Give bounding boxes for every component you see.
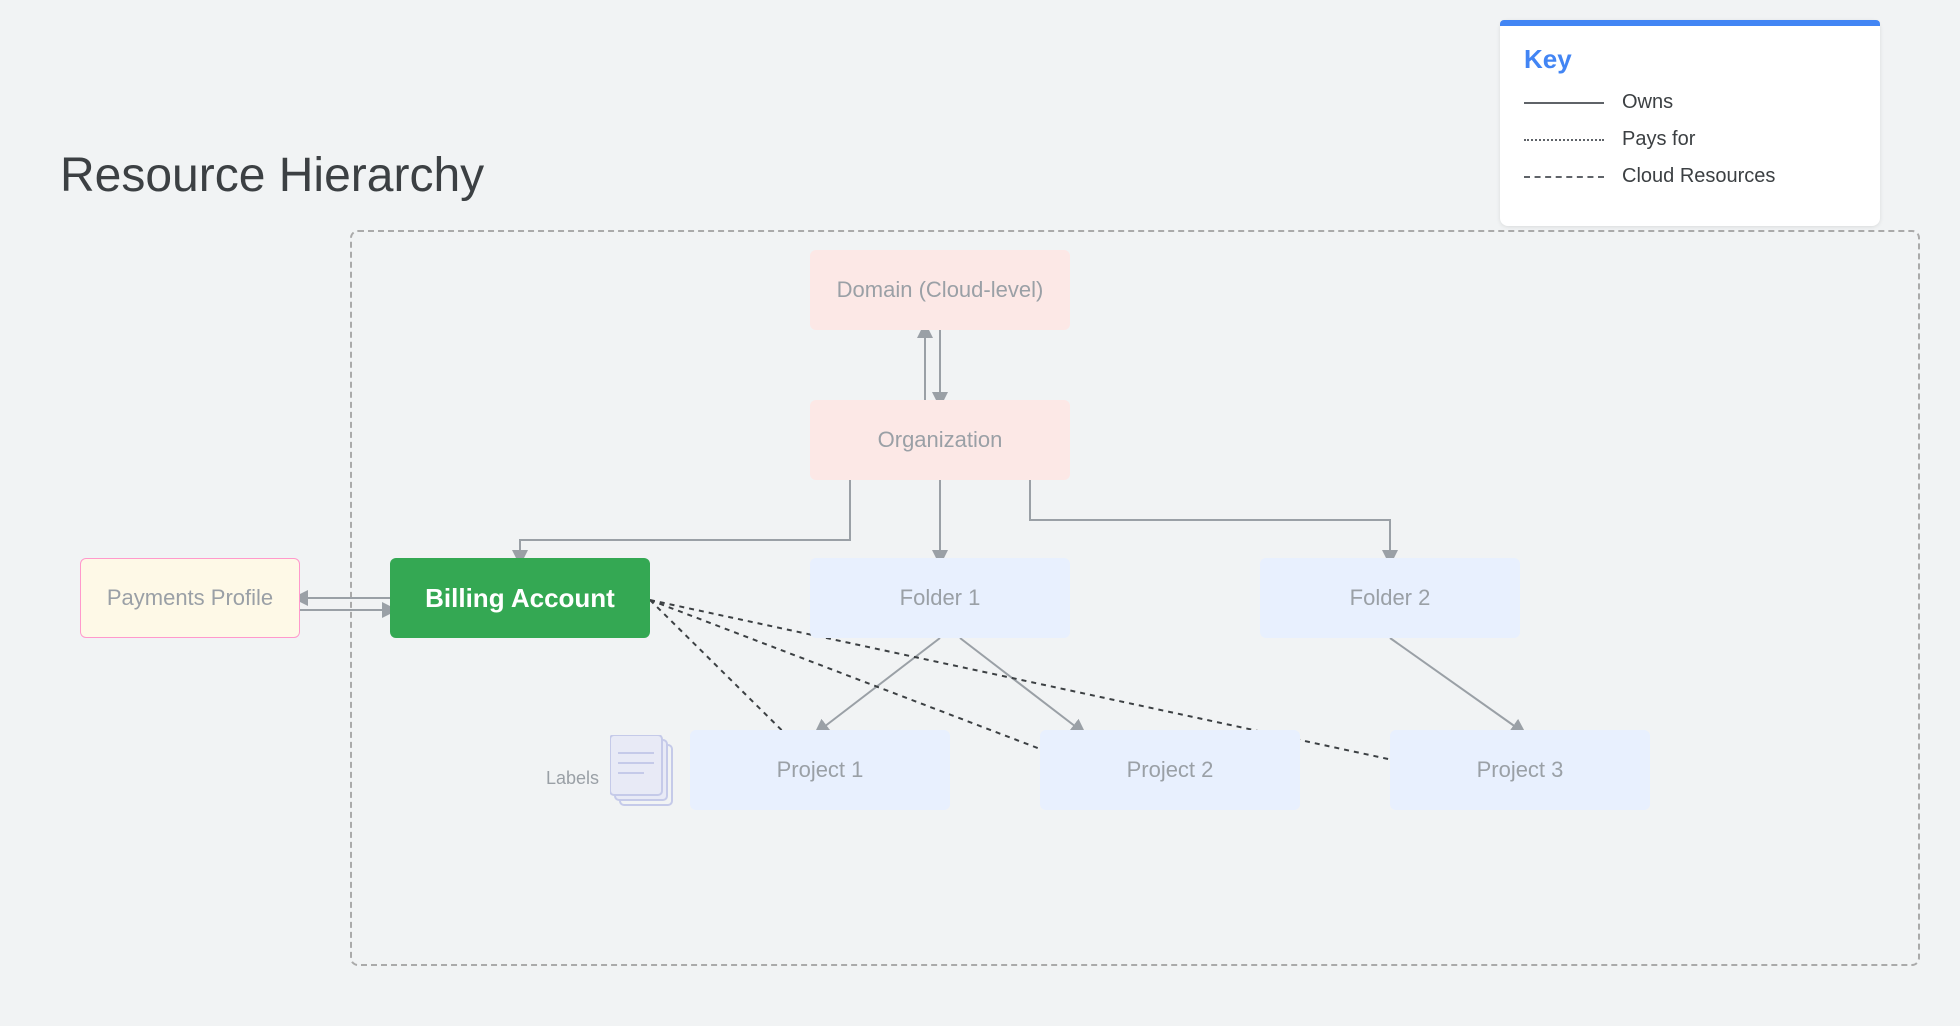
- key-pays-label: Pays for: [1622, 128, 1695, 151]
- dotted-line-icon: [1524, 139, 1604, 141]
- key-owns-label: Owns: [1622, 91, 1673, 114]
- diagram: Domain (Cloud-level) Organization Paymen…: [30, 200, 1930, 1006]
- key-panel: Key Owns Pays for Cloud Resources: [1500, 20, 1880, 226]
- folder1-node: Folder 1: [810, 558, 1070, 638]
- key-row-owns: Owns: [1524, 91, 1856, 114]
- key-top-bar: [1500, 20, 1880, 26]
- project2-node: Project 2: [1040, 730, 1300, 810]
- solid-line-icon: [1524, 102, 1604, 104]
- folder2-node: Folder 2: [1260, 558, 1520, 638]
- project3-node: Project 3: [1390, 730, 1650, 810]
- key-row-pays: Pays for: [1524, 128, 1856, 151]
- project1-node: Project 1: [690, 730, 950, 810]
- key-title: Key: [1524, 44, 1856, 75]
- key-cloud-label: Cloud Resources: [1622, 165, 1775, 188]
- labels-text: Labels: [546, 768, 599, 789]
- billing-account-node: Billing Account: [390, 558, 650, 638]
- labels-papers-icon: [610, 735, 680, 820]
- payments-profile-node: Payments Profile: [80, 558, 300, 638]
- domain-node: Domain (Cloud-level): [810, 250, 1070, 330]
- page-title: Resource Hierarchy: [60, 148, 484, 203]
- organization-node: Organization: [810, 400, 1070, 480]
- key-row-cloud: Cloud Resources: [1524, 165, 1856, 188]
- dashed-line-icon: [1524, 176, 1604, 178]
